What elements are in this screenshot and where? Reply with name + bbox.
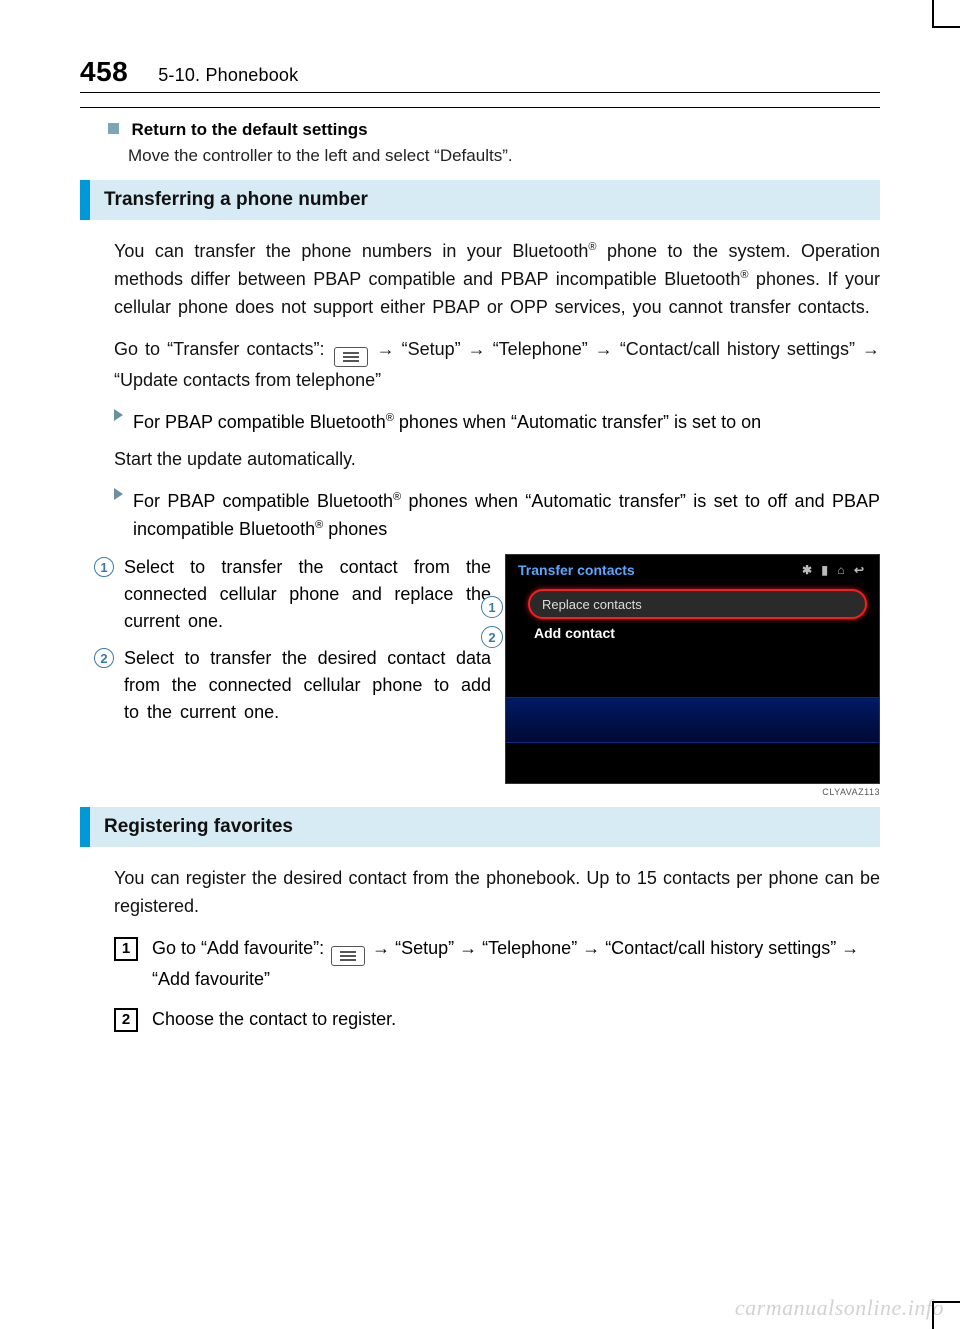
numbered-item-1: 1 Select to transfer the contact from th… (94, 554, 491, 635)
registered-mark: ® (386, 412, 394, 424)
section-stripe (80, 807, 90, 847)
defaults-heading-row: Return to the default settings (108, 120, 880, 140)
text: You can transfer the phone numbers in yo… (114, 241, 588, 261)
defaults-text: Move the controller to the left and sele… (128, 146, 880, 166)
triangle-bullet-icon (114, 488, 123, 500)
favorites-step-1: 1 Go to “Add favourite”: → “Setup” → “Te… (114, 935, 880, 994)
text: Choose the contact to register. (152, 1006, 880, 1034)
section-stripe (80, 180, 90, 220)
divider (80, 107, 880, 108)
text: For PBAP compatible Bluetooth (133, 491, 393, 511)
figure-caption: CLYAVAZ113 (505, 787, 880, 797)
screen-row-replace[interactable]: Replace contacts (528, 589, 867, 619)
section-transferring: Transferring a phone number (80, 180, 880, 220)
transfer-paragraph-2: Go to “Transfer contacts”: → “Setup” → “… (114, 336, 880, 395)
screen-blue-band (506, 697, 879, 743)
text: For PBAP compatible Bluetooth (133, 412, 386, 432)
numbered-item-2: 2 Select to transfer the desired con­tac… (94, 645, 491, 726)
numbered-list: 1 Select to transfer the contact from th… (94, 554, 491, 797)
section-favorites-title: Registering favorites (104, 816, 293, 838)
menu-button-icon (331, 946, 365, 966)
circle-number-1: 1 (94, 557, 114, 577)
page-body: 458 5-10. Phonebook Return to the defaul… (0, 0, 960, 1034)
status-icons: ✱ ▮ ⌂ ↩ (802, 563, 867, 577)
text: Go to “Transfer contacts”: (114, 339, 332, 359)
section-favorites: Registering favorites (80, 807, 880, 847)
step-number-1: 1 (114, 937, 138, 961)
callout-2: 2 (481, 626, 503, 648)
numbered-with-screenshot: 1 Select to transfer the contact from th… (94, 554, 880, 797)
circle-number-2: 2 (94, 648, 114, 668)
section-transferring-title: Transferring a phone number (104, 189, 368, 211)
transfer-paragraph-3: Start the update automatically. (114, 446, 880, 474)
defaults-heading: Return to the default settings (131, 120, 367, 139)
menu-button-icon (334, 347, 368, 367)
favorites-intro: You can register the desired contact fro… (114, 865, 880, 921)
favorites-step-2: 2 Choose the contact to register. (114, 1006, 880, 1034)
watermark: carmanualsonline.info (735, 1295, 944, 1321)
crop-mark-top-right (932, 0, 960, 28)
square-bullet-icon (108, 123, 119, 134)
chapter-title: 5-10. Phonebook (158, 65, 298, 86)
screen-row-add[interactable]: Add contact (528, 625, 867, 641)
text: Go to “Add favourite”: → “Setup” → “Tele… (152, 935, 880, 994)
triangle-bullet-icon (114, 409, 123, 421)
transfer-paragraph-1: You can transfer the phone numbers in yo… (114, 238, 880, 322)
text: Go to “Add favourite”: (152, 938, 329, 958)
screen-titlebar: Transfer contacts ✱ ▮ ⌂ ↩ (506, 555, 879, 585)
text: Select to transfer the desired con­tact … (124, 645, 491, 726)
callout-1: 1 (481, 596, 503, 618)
text: For PBAP compatible Bluetooth® phones wh… (133, 488, 880, 544)
device-screenshot: Transfer contacts ✱ ▮ ⌂ ↩ Replace contac… (505, 554, 880, 784)
text: phones when “Automatic transfer” is set … (394, 412, 761, 432)
screen-title: Transfer contacts (518, 562, 635, 578)
transfer-bullet-1: For PBAP compatible Bluetooth® phones wh… (114, 409, 880, 437)
registered-mark: ® (588, 241, 596, 253)
page-number: 458 (80, 56, 128, 88)
registered-mark: ® (393, 491, 401, 503)
page-header: 458 5-10. Phonebook (80, 56, 880, 93)
text: phones (323, 519, 387, 539)
screen-figure: 1 2 Transfer contacts ✱ ▮ ⌂ ↩ Replace co… (505, 554, 880, 797)
step-number-2: 2 (114, 1008, 138, 1032)
text: Select to transfer the contact from the … (124, 554, 491, 635)
text: For PBAP compatible Bluetooth® phones wh… (133, 409, 880, 437)
transfer-bullet-2: For PBAP compatible Bluetooth® phones wh… (114, 488, 880, 544)
